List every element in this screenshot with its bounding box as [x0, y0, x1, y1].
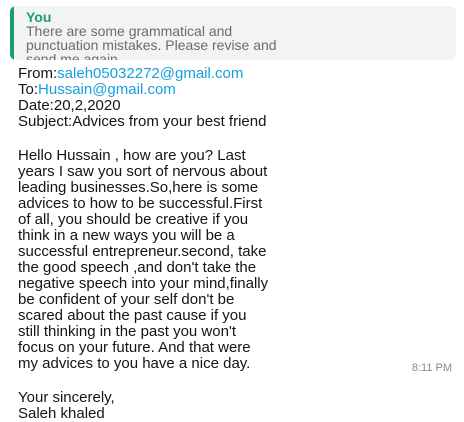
body-line: scared about the past cause if you	[18, 307, 247, 324]
email-date: Date:20,2,2020	[18, 97, 121, 114]
body-line: successful entrepreneur.second, take	[18, 243, 267, 260]
body-line: focus on your future. And that were	[18, 339, 251, 356]
message-timestamp: 8:11 PM	[411, 362, 452, 374]
quoted-text-line: There are some grammatical and	[26, 23, 233, 39]
body-line: advices to how to be successful.First	[18, 195, 263, 212]
body-line: negative speech into your mind,finally	[18, 275, 269, 292]
email-from: From:saleh05032272@gmail.com	[18, 66, 458, 82]
from-email-link[interactable]: saleh05032272@gmail.com	[57, 65, 243, 82]
quoted-text-line: send me again.	[26, 51, 122, 60]
quoted-text-line: punctuation mistakes. Please revise and	[26, 37, 277, 53]
to-label: To:	[18, 81, 39, 98]
body-line: the good speech ,and don't take the	[18, 259, 257, 276]
quote-accent-bar	[10, 6, 14, 60]
body-line: think in a new ways you will be a	[18, 227, 235, 244]
body-line: years I saw you sort of nervous about	[18, 163, 268, 180]
email-to: To:Hussain@gmail.com	[18, 82, 458, 98]
closing-line: Your sincerely,	[18, 389, 115, 406]
body-line: be confident of your self don't be	[18, 291, 235, 308]
to-email-link[interactable]: Hussain@gmail.com	[38, 81, 176, 98]
body-line: of all, you should be creative if you	[18, 211, 249, 228]
quoted-text: There are some grammatical and punctuati…	[26, 24, 446, 60]
body-line: my advices to you have a nice day.	[18, 355, 251, 372]
from-label: From:	[18, 65, 58, 82]
body-line: still thinking in the past you won't	[18, 323, 236, 340]
message-text: From:saleh05032272@gmail.com To:Hussain@…	[18, 66, 458, 422]
body-line: leading businesses.So,here is some	[18, 179, 259, 196]
body-line: Hello Hussain , how are you? Last	[18, 147, 246, 164]
chat-message-bubble[interactable]: You There are some grammatical and punct…	[0, 0, 464, 422]
email-subject: Subject:Advices from your best friend	[18, 113, 267, 130]
quoted-reply[interactable]: You There are some grammatical and punct…	[10, 6, 456, 60]
signature-line: Saleh khaled	[18, 405, 105, 422]
